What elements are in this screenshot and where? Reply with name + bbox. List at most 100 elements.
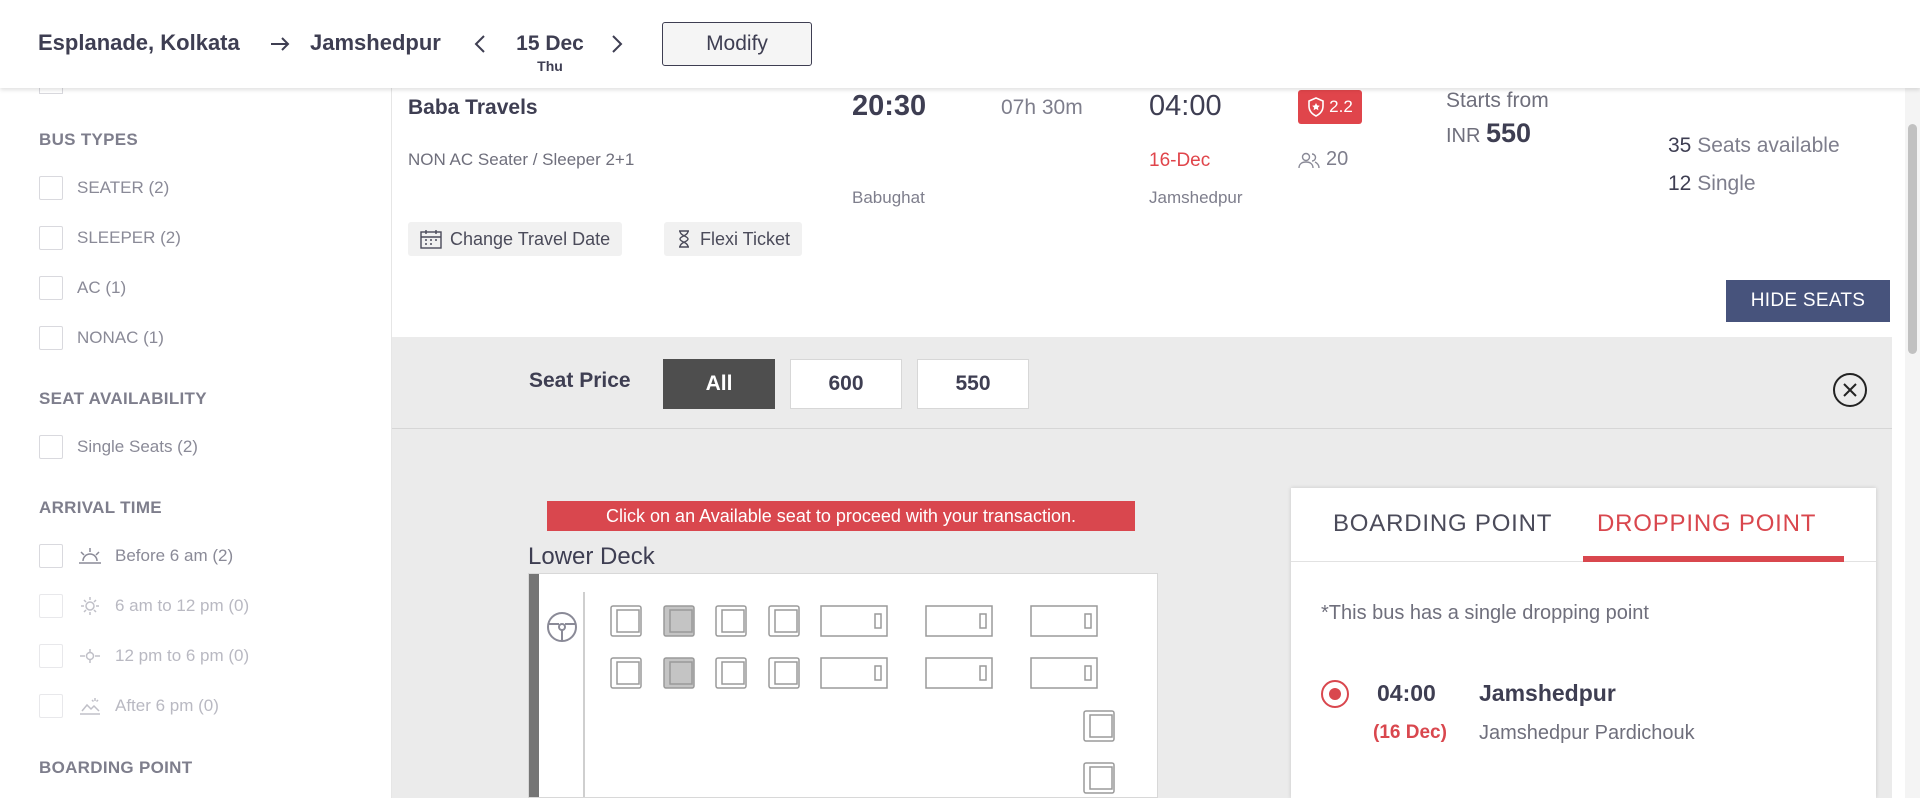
sleeper-available[interactable] [1030,604,1098,638]
seat-price-label: Seat Price [529,369,631,392]
scrollbar-thumb[interactable] [1908,124,1917,354]
tab-dropping-point[interactable]: DROPPING POINT [1597,510,1816,538]
checkbox[interactable] [39,435,63,459]
filter-sidebar: BUS TYPES SEATER (2) SLEEPER (2) AC (1) … [0,88,390,798]
boarding-dropping-panel: BOARDING POINT DROPPING POINT *This bus … [1291,488,1876,798]
filter-nonac[interactable]: NONAC (1) [39,326,164,350]
currency: INR [1446,125,1481,147]
sunrise-icon [79,548,101,564]
sleeper-available[interactable] [1030,656,1098,690]
checkbox[interactable] [39,326,63,350]
active-tab-indicator [1583,556,1844,562]
sleeper-available[interactable] [820,604,888,638]
radio-dot [1329,688,1341,700]
travel-date[interactable]: 15 Dec [510,32,590,56]
deck-title: Lower Deck [528,543,655,570]
departure-time: 20:30 [852,90,927,122]
seat-available[interactable] [767,604,801,638]
dropping-date: (16 Dec) [1373,722,1447,743]
rating-value: 2.2 [1329,97,1353,116]
sleeper-available[interactable] [925,656,993,690]
calendar-icon [420,230,442,249]
seat-booked[interactable] [662,656,696,690]
seat-available[interactable] [609,656,643,690]
seat-available[interactable] [767,656,801,690]
destination-city[interactable]: Jamshedpur [310,30,441,56]
checkbox[interactable] [39,176,63,200]
afternoon-sun-icon [80,649,100,663]
arrival-place: Jamshedpur [1149,188,1243,207]
people-icon [1298,152,1320,168]
close-seat-layout-button[interactable] [1833,373,1867,407]
filter-6am-12pm[interactable]: 6 am to 12 pm (0) [39,594,249,618]
sun-icon [81,597,99,615]
single-seats: 12 Single [1668,172,1756,195]
sleeper-available[interactable] [925,604,993,638]
dropping-point-note: *This bus has a single dropping point [1321,602,1649,624]
seat-price-filter: Seat Price All 600 550 [392,337,1892,429]
arrival-time: 04:00 [1149,90,1222,122]
origin-city[interactable]: Esplanade, Kolkata [38,30,240,56]
page-scrollbar[interactable] [1905,88,1920,798]
deck-edge [529,574,539,797]
seat-available[interactable] [1082,709,1116,743]
rating-count: 20 [1298,148,1348,171]
seat-available[interactable] [714,604,748,638]
sleeper-available[interactable] [820,656,888,690]
dropping-point-radio[interactable] [1321,680,1349,708]
filter-after-6pm[interactable]: After 6 pm (0) [39,694,219,718]
arrival-date: 16-Dec [1149,150,1211,171]
dropping-point-name: Jamshedpur [1479,680,1616,706]
hide-seats-button[interactable]: HIDE SEATS [1726,280,1890,322]
filter-heading-boarding-point: BOARDING POINT [39,758,193,777]
bus-type: NON AC Seater / Sleeper 2+1 [408,150,635,169]
seats-available: 35 Seats available [1668,134,1840,157]
hourglass-icon [679,230,689,248]
price-filter-550[interactable]: 550 [917,359,1029,409]
shield-star-icon [1308,97,1324,117]
filter-before-6am[interactable]: Before 6 am (2) [39,544,233,568]
checkbox[interactable] [39,644,63,668]
chevron-left-icon[interactable] [469,32,491,56]
price-filter-600[interactable]: 600 [790,359,902,409]
modify-button[interactable]: Modify [662,22,812,66]
seat-available[interactable] [714,656,748,690]
flexi-ticket-chip[interactable]: Flexi Ticket [664,222,803,256]
checkbox[interactable] [39,226,63,250]
seat-booked[interactable] [662,604,696,638]
dropping-time: 04:00 [1377,680,1436,706]
filter-single-seats[interactable]: Single Seats (2) [39,435,198,459]
filter-ac[interactable]: AC (1) [39,276,126,300]
filter-heading-bus-types: BUS TYPES [39,130,139,149]
close-icon [1843,383,1857,397]
filter-12pm-6pm[interactable]: 12 pm to 6 pm (0) [39,644,249,668]
journey-duration: 07h 30m [1001,96,1083,119]
operator-name: Baba Travels [408,96,538,119]
checkbox[interactable] [39,594,63,618]
steering-wheel-icon [547,612,577,642]
seat-notice-banner: Click on an Available seat to proceed wi… [547,501,1135,531]
travel-day: Thu [537,58,563,74]
filter-heading-seat-availability: SEAT AVAILABILITY [39,389,207,408]
checkbox[interactable] [39,544,63,568]
change-travel-date-chip[interactable]: Change Travel Date [408,222,623,256]
seat-available[interactable] [1082,761,1116,795]
search-header: Esplanade, Kolkata Jamshedpur 15 Dec Thu… [0,0,1920,88]
price-filter-all[interactable]: All [663,359,775,409]
checkbox-partial [39,88,63,94]
price-value: 550 [1486,118,1532,148]
starts-from-label: Starts from [1446,89,1549,112]
departure-place: Babughat [852,188,925,207]
deck-divider [583,592,585,797]
tab-boarding-point[interactable]: BOARDING POINT [1333,510,1552,538]
seat-selection-panel: Seat Price All 600 550 Click on an Avail… [392,337,1892,798]
checkbox[interactable] [39,694,63,718]
seat-available[interactable] [609,604,643,638]
sunset-icon [80,698,100,715]
rating-badge[interactable]: 2.2 [1298,90,1362,124]
filter-heading-arrival-time: ARRIVAL TIME [39,498,162,517]
chevron-right-icon[interactable] [606,32,628,56]
filter-seater[interactable]: SEATER (2) [39,176,169,200]
filter-sleeper[interactable]: SLEEPER (2) [39,226,181,250]
checkbox[interactable] [39,276,63,300]
